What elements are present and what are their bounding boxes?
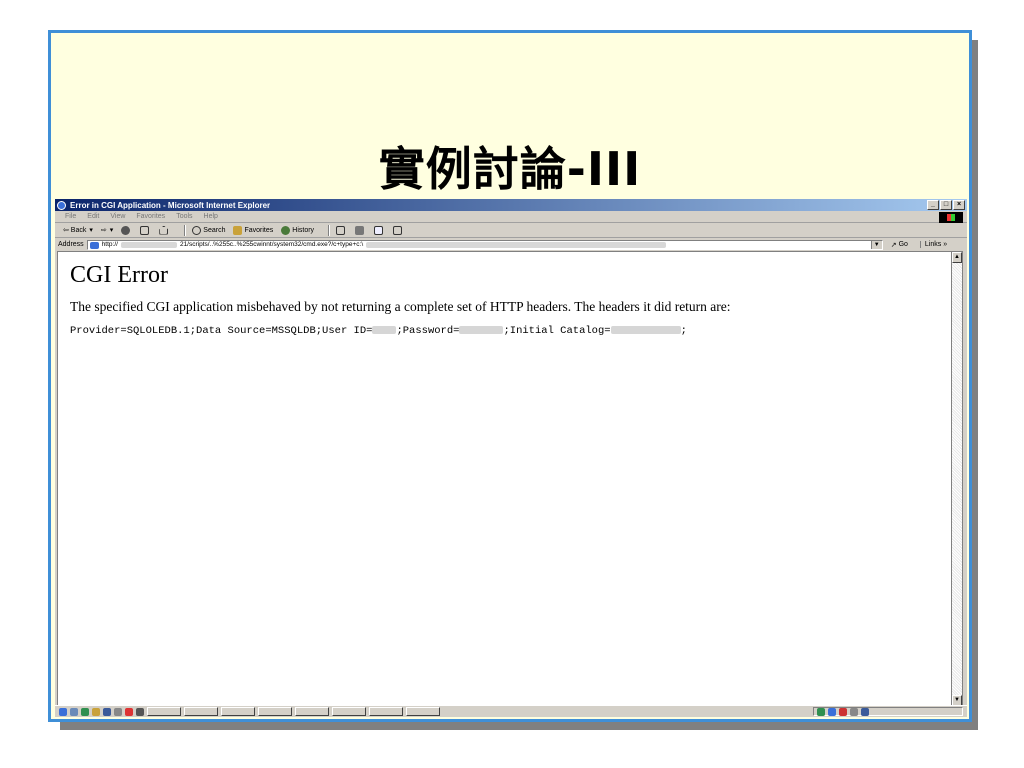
history-button[interactable]: History [281, 225, 315, 235]
menu-bar: File Edit View Favorites Tools Help [55, 211, 967, 223]
mail-icon [336, 225, 346, 235]
ie-icon [57, 200, 66, 210]
quicklaunch-icon[interactable] [114, 707, 122, 716]
address-bar: Address http:// 21/scripts/..%255c..%255… [55, 238, 967, 251]
edit-icon [374, 225, 384, 235]
vertical-scrollbar[interactable]: ▲ ▼ [951, 251, 963, 707]
home-button[interactable] [159, 225, 170, 235]
go-button[interactable]: ↗ Go [891, 241, 908, 249]
slide: 實例討論-III Error in CGI Application - Micr… [48, 30, 972, 722]
quicklaunch-icon[interactable] [136, 707, 144, 716]
address-path: 21/scripts/..%255c..%255cwinnt/system32/… [179, 241, 364, 248]
taskbar-button[interactable] [295, 707, 329, 716]
conn-part-2: ;Password= [396, 325, 460, 337]
favorites-icon [233, 225, 243, 235]
taskbar [55, 705, 967, 717]
back-button[interactable]: ⇦ Back ▾ [63, 226, 93, 234]
menu-favorites[interactable]: Favorites [136, 213, 165, 220]
stop-icon [121, 225, 131, 235]
forward-icon: ⇨ [100, 227, 107, 234]
tray-icon[interactable] [850, 707, 858, 716]
redacted-path [366, 241, 667, 248]
history-icon [281, 225, 291, 235]
quicklaunch-icon[interactable] [125, 707, 133, 716]
conn-part-3: ;Initial Catalog= [503, 325, 611, 337]
edit-button[interactable] [374, 225, 385, 235]
connection-string: Provider=SQLOLEDB.1;Data Source=MSSQLDB;… [70, 325, 940, 337]
favorites-button[interactable]: Favorites [233, 225, 274, 235]
discuss-button[interactable] [393, 225, 404, 235]
quicklaunch-icon[interactable] [81, 707, 89, 716]
tray-icon[interactable] [828, 707, 836, 716]
go-arrow-icon: ↗ [890, 241, 897, 249]
taskbar-button[interactable] [332, 707, 366, 716]
tray-icon[interactable] [839, 707, 847, 716]
print-button[interactable] [355, 225, 366, 235]
taskbar-button[interactable] [258, 707, 292, 716]
standard-toolbar: ⇦ Back ▾ ⇨ ▾ Search Favorites History [55, 223, 967, 238]
browser-window: Error in CGI Application - Microsoft Int… [55, 199, 967, 717]
maximize-button[interactable]: □ [940, 200, 952, 210]
menu-edit[interactable]: Edit [87, 213, 99, 220]
error-heading: CGI Error [70, 262, 168, 288]
scroll-up-icon[interactable]: ▲ [952, 252, 962, 263]
taskbar-button[interactable] [369, 707, 403, 716]
refresh-icon [140, 225, 150, 235]
menu-file[interactable]: File [65, 213, 76, 220]
page-content: CGI Error The specified CGI application … [57, 251, 953, 707]
forward-button[interactable]: ⇨ ▾ [101, 226, 113, 234]
redacted-catalog [610, 326, 681, 335]
search-button[interactable]: Search [192, 225, 226, 235]
redacted-host [120, 241, 177, 248]
quicklaunch-icon[interactable] [59, 707, 67, 716]
search-label: Search [203, 226, 226, 234]
windows-logo-icon [939, 212, 963, 223]
address-input[interactable]: http:// 21/scripts/..%255c..%255cwinnt/s… [86, 239, 883, 250]
system-tray [813, 707, 963, 716]
print-icon [355, 225, 365, 235]
quicklaunch-icon[interactable] [103, 707, 111, 716]
page-icon [89, 241, 99, 249]
links-button[interactable]: Links » [919, 241, 947, 248]
error-message: The specified CGI application misbehaved… [70, 299, 731, 314]
discuss-icon [393, 225, 403, 235]
toolbar-separator [328, 224, 331, 236]
close-button[interactable]: × [953, 200, 965, 210]
refresh-button[interactable] [140, 225, 151, 235]
quicklaunch-icon[interactable] [92, 707, 100, 716]
menu-view[interactable]: View [110, 213, 125, 220]
address-label: Address [58, 241, 84, 248]
back-label: ⇦ Back [63, 227, 87, 234]
taskbar-button[interactable] [406, 707, 440, 716]
redacted-user-id [372, 326, 397, 335]
back-dropdown-icon[interactable]: ▾ [89, 226, 93, 234]
favorites-label: Favorites [244, 226, 274, 234]
window-titlebar[interactable]: Error in CGI Application - Microsoft Int… [55, 199, 967, 211]
search-icon [192, 225, 202, 235]
home-icon [159, 225, 169, 235]
toolbar-separator [184, 224, 187, 236]
history-label: History [292, 226, 315, 234]
taskbar-button[interactable] [221, 707, 255, 716]
taskbar-button[interactable] [147, 707, 181, 716]
address-prefix: http:// [101, 241, 118, 248]
slide-title: 實例討論-III [378, 142, 642, 196]
taskbar-button[interactable] [184, 707, 218, 716]
address-dropdown-icon[interactable]: ▼ [870, 240, 882, 249]
minimize-button[interactable]: _ [927, 200, 939, 210]
mail-button[interactable] [336, 225, 347, 235]
window-title: Error in CGI Application - Microsoft Int… [70, 200, 271, 210]
quicklaunch-icon[interactable] [70, 707, 78, 716]
tray-icon[interactable] [861, 707, 869, 716]
redacted-password [459, 326, 504, 335]
conn-part-4: ; [680, 325, 687, 337]
menu-help[interactable]: Help [204, 213, 218, 220]
go-label: Go [898, 241, 908, 248]
tray-icon[interactable] [817, 707, 825, 716]
conn-part-1: Provider=SQLOLEDB.1;Data Source=MSSQLDB;… [70, 325, 373, 337]
stop-button[interactable] [121, 225, 132, 235]
forward-dropdown-icon[interactable]: ▾ [110, 226, 114, 234]
menu-tools[interactable]: Tools [176, 213, 192, 220]
window-controls: _ □ × [927, 200, 965, 210]
